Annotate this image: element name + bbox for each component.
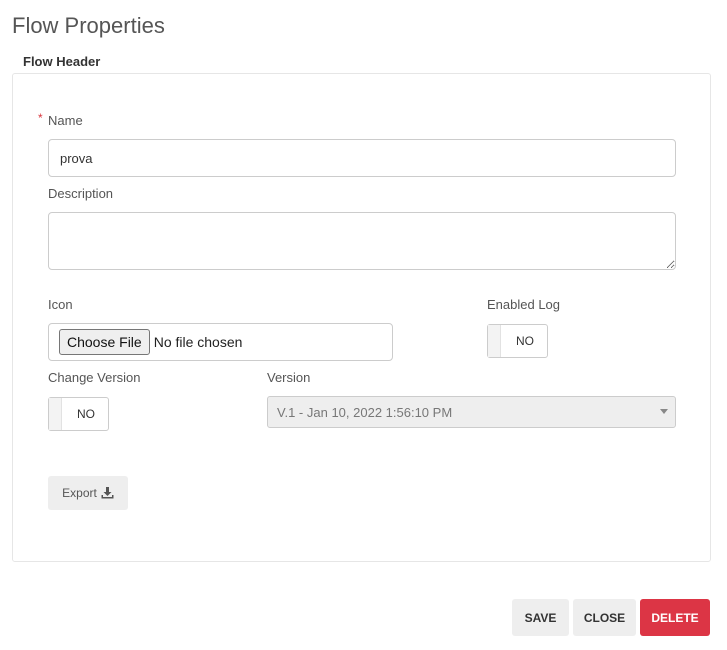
- description-textarea[interactable]: [48, 212, 676, 270]
- version-select[interactable]: V.1 - Jan 10, 2022 1:56:10 PM: [267, 396, 676, 428]
- enabled-log-value: NO: [516, 334, 534, 348]
- change-version-label: Change Version: [48, 370, 141, 385]
- close-button[interactable]: CLOSE: [573, 599, 636, 636]
- name-input[interactable]: [48, 139, 676, 177]
- flow-properties-dialog: Flow Properties Flow Header * Name Descr…: [0, 0, 727, 650]
- download-icon: [101, 487, 114, 499]
- save-button[interactable]: SAVE: [512, 599, 569, 636]
- change-version-toggle[interactable]: NO: [48, 397, 109, 431]
- file-status: No file chosen: [153, 334, 243, 350]
- delete-button[interactable]: DELETE: [640, 599, 710, 636]
- page-title: Flow Properties: [12, 13, 165, 38]
- export-button[interactable]: Export: [48, 476, 128, 510]
- name-label: Name: [48, 113, 83, 128]
- caret-down-icon: [660, 409, 668, 414]
- icon-file-input[interactable]: Choose File No file chosen: [48, 323, 393, 361]
- enabled-log-label: Enabled Log: [487, 297, 561, 312]
- toggle-knob: [488, 325, 501, 357]
- choose-file-button[interactable]: Choose File: [59, 329, 150, 355]
- export-label: Export: [62, 486, 97, 500]
- toggle-knob: [49, 398, 62, 430]
- version-selected-value: V.1 - Jan 10, 2022 1:56:10 PM: [277, 404, 453, 420]
- required-indicator: *: [38, 111, 43, 125]
- version-label: Version: [267, 370, 311, 385]
- change-version-value: NO: [77, 407, 95, 421]
- enabled-log-toggle[interactable]: NO: [487, 324, 548, 358]
- description-label: Description: [48, 186, 114, 201]
- icon-label: Icon: [48, 297, 73, 312]
- section-title: Flow Header: [23, 54, 101, 69]
